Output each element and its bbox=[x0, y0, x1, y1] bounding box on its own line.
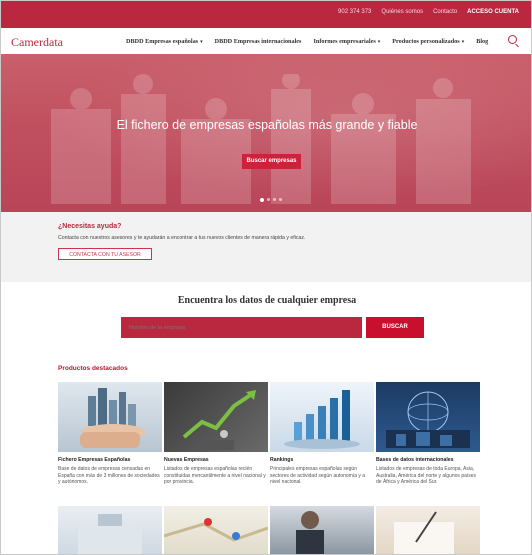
writing-hand-image bbox=[394, 511, 454, 554]
search-button[interactable]: BUSCAR bbox=[366, 317, 424, 338]
hero-title: El fichero de empresas españolas más gra… bbox=[116, 118, 418, 132]
nav-item-label: Informes empresariales bbox=[313, 38, 376, 45]
search-companies-button[interactable]: Buscar empresas bbox=[242, 154, 301, 169]
main-nav: Camerdata DBDD Empresas españolas ▾ DBDD … bbox=[1, 28, 531, 55]
help-title: ¿Necesitas ayuda? bbox=[58, 223, 122, 230]
nav-item-label: DBDD Empresas españolas bbox=[126, 38, 199, 45]
product-image-row2-4[interactable] bbox=[376, 506, 480, 554]
map-image bbox=[164, 518, 268, 542]
top-links: 902 374 373 Quiénes somos Contacto ACCES… bbox=[338, 9, 519, 15]
buildings-on-hand-image bbox=[80, 388, 145, 448]
product-image-row2-2[interactable] bbox=[164, 506, 268, 554]
product-title[interactable]: Nuevas Empresas bbox=[164, 457, 209, 463]
nav-item-label: Productos personalizados bbox=[392, 38, 460, 45]
nav-menu: DBDD Empresas españolas ▾ DBDD Empresas i… bbox=[126, 38, 488, 45]
chevron-down-icon: ▾ bbox=[200, 40, 203, 45]
product-description: Base de datos de empresas censadas en Es… bbox=[58, 466, 160, 486]
nav-item-blog[interactable]: Blog bbox=[476, 38, 488, 45]
carousel-dot[interactable] bbox=[279, 198, 282, 201]
nav-item-spanish-companies[interactable]: DBDD Empresas españolas ▾ bbox=[126, 38, 203, 45]
product-image-spanish-file[interactable] bbox=[58, 382, 162, 452]
product-title[interactable]: Rankings bbox=[270, 457, 293, 463]
chevron-down-icon: ▾ bbox=[377, 40, 381, 45]
about-link[interactable]: Quiénes somos bbox=[381, 9, 423, 15]
hero-banner bbox=[1, 54, 531, 212]
product-description: Listados de empresas españolas recién co… bbox=[164, 466, 266, 486]
help-text: Contacta con nuestros asesores y te ayud… bbox=[58, 235, 306, 241]
bar-graph-image bbox=[284, 390, 360, 449]
product-image-row2-1[interactable] bbox=[58, 506, 162, 554]
world-network-image bbox=[386, 391, 470, 448]
product-description: Listados de empresas de toda Europa, Asi… bbox=[376, 466, 477, 486]
product-image-rankings[interactable] bbox=[270, 382, 374, 452]
chevron-down-icon: ▾ bbox=[461, 40, 465, 45]
business-person-image bbox=[296, 511, 324, 554]
product-image-row2-3[interactable] bbox=[270, 506, 374, 554]
product-title[interactable]: Bases de datos internacionales bbox=[376, 457, 454, 463]
featured-products-heading: Productos destacados bbox=[58, 365, 128, 372]
company-search-input[interactable] bbox=[121, 317, 362, 338]
carousel-dot-active[interactable] bbox=[260, 197, 264, 202]
office-image bbox=[78, 514, 142, 554]
carousel-dots bbox=[260, 197, 282, 202]
product-title[interactable]: Fichero Empresas Españolas bbox=[58, 457, 130, 463]
carousel-dot[interactable] bbox=[273, 198, 276, 201]
hero-overlay bbox=[1, 54, 531, 212]
phone-link[interactable]: 902 374 373 bbox=[338, 9, 371, 15]
nav-item-custom-products[interactable]: Productos personalizados ▾ bbox=[392, 38, 464, 45]
carousel-dot[interactable] bbox=[267, 198, 270, 201]
logo[interactable]: Camerdata bbox=[11, 35, 63, 50]
nav-item-international-companies[interactable]: DBDD Empresas internacionales bbox=[215, 38, 302, 45]
search-icon[interactable] bbox=[508, 35, 517, 44]
account-access-link[interactable]: ACCESO CUENTA bbox=[467, 9, 519, 15]
contact-link[interactable]: Contacto bbox=[433, 9, 457, 15]
search-title: Encuentra los datos de cualquier empresa bbox=[177, 295, 357, 306]
growth-chart-image bbox=[182, 390, 256, 450]
contact-advisor-button[interactable]: CONTACTA CON TU ASESOR bbox=[58, 248, 152, 260]
product-image-international[interactable] bbox=[376, 382, 480, 452]
top-bar: 902 374 373 Quiénes somos Contacto ACCES… bbox=[1, 1, 531, 28]
page: 902 374 373 Quiénes somos Contacto ACCES… bbox=[0, 0, 532, 555]
nav-item-business-reports[interactable]: Informes empresariales ▾ bbox=[313, 38, 380, 45]
nav-item-label: DBDD Empresas internacionales bbox=[214, 38, 302, 45]
product-image-new-companies[interactable] bbox=[164, 382, 268, 452]
product-description: Principales empresas españolas según sec… bbox=[270, 466, 366, 486]
